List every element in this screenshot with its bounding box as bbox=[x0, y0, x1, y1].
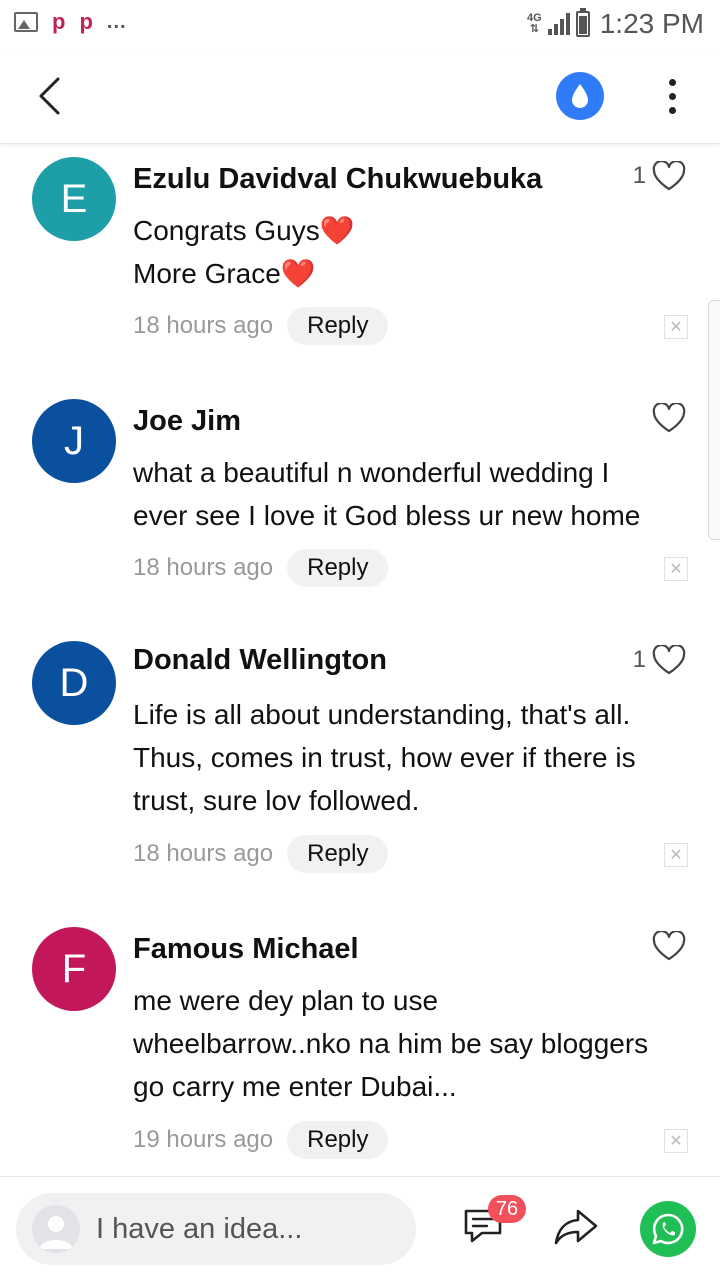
comment-line: More Grace❤️ bbox=[133, 258, 316, 289]
image-notification-icon bbox=[14, 12, 38, 32]
comment-time: 19 hours ago bbox=[133, 1126, 274, 1153]
comment-text: me were dey plan to use wheelbarrow..nko… bbox=[133, 979, 693, 1108]
top-app-bar bbox=[0, 50, 720, 144]
whatsapp-icon bbox=[652, 1213, 684, 1245]
commenter-name[interactable]: Donald Wellington bbox=[133, 644, 387, 677]
chevron-left-icon bbox=[39, 77, 60, 115]
dot bbox=[668, 92, 676, 100]
commenter-name[interactable]: Famous Michael bbox=[133, 933, 359, 966]
like-button[interactable] bbox=[646, 403, 686, 433]
dot bbox=[668, 78, 676, 86]
commenter-name[interactable]: Joe Jim bbox=[133, 405, 241, 438]
p-app-notification-icon: p bbox=[52, 9, 66, 34]
dismiss-icon[interactable]: ✕ bbox=[664, 557, 688, 581]
water-drop-icon bbox=[572, 84, 588, 108]
comment-text: Congrats Guys❤️ More Grace❤️ bbox=[133, 209, 693, 295]
comment-time: 18 hours ago bbox=[133, 840, 274, 867]
comment-line: ever see I love it God bless ur new home bbox=[133, 500, 641, 531]
heart-icon bbox=[652, 645, 686, 675]
like-button[interactable]: 1 bbox=[633, 161, 686, 191]
notification-icons: p p ... bbox=[14, 9, 127, 34]
comment-line: Thus, comes in trust, how ever if there … bbox=[133, 742, 636, 773]
share-arrow-icon bbox=[554, 1209, 598, 1245]
reply-button[interactable]: Reply bbox=[287, 549, 389, 587]
comment-time: 18 hours ago bbox=[133, 312, 274, 339]
comment-line: what a beautiful n wonderful wedding I bbox=[133, 457, 610, 488]
more-notifications-indicator: ... bbox=[106, 11, 127, 33]
water-drop-button[interactable] bbox=[556, 72, 604, 120]
clock-time: 1:23 PM bbox=[599, 8, 704, 39]
comment-line: me were dey plan to use bbox=[133, 985, 439, 1016]
comment-input[interactable]: I have an idea... bbox=[16, 1193, 416, 1265]
comment-meta: 18 hours ago Reply bbox=[133, 549, 389, 587]
avatar[interactable]: D bbox=[32, 641, 116, 725]
scrollbar[interactable] bbox=[708, 300, 720, 540]
bottom-action-bar: I have an idea... 76 bbox=[0, 1176, 720, 1280]
system-status: 4G ⇅ 1:23 PM bbox=[527, 8, 704, 40]
comment-count-badge: 76 bbox=[488, 1195, 526, 1223]
network-type-indicator: 4G ⇅ bbox=[527, 13, 542, 35]
share-button[interactable] bbox=[552, 1203, 600, 1251]
avatar[interactable]: E bbox=[32, 157, 116, 241]
reply-button[interactable]: Reply bbox=[287, 835, 389, 873]
whatsapp-share-button[interactable] bbox=[640, 1201, 696, 1257]
more-options-button[interactable] bbox=[650, 72, 694, 120]
dismiss-icon[interactable]: ✕ bbox=[664, 843, 688, 867]
dismiss-icon[interactable]: ✕ bbox=[664, 1129, 688, 1153]
p-app-notification-icon: p bbox=[79, 9, 93, 34]
like-count: 1 bbox=[632, 162, 646, 189]
avatar[interactable]: F bbox=[32, 927, 116, 1011]
comment-line: Congrats Guys❤️ bbox=[133, 215, 355, 246]
comment-line: go carry me enter Dubai... bbox=[133, 1071, 457, 1102]
commenter-name[interactable]: Ezulu Davidval Chukwuebuka bbox=[133, 163, 542, 196]
like-button[interactable]: 1 bbox=[633, 645, 686, 675]
signal-strength-icon bbox=[547, 13, 570, 35]
dot bbox=[668, 106, 676, 114]
comment-text: Life is all about understanding, that's … bbox=[133, 693, 693, 822]
comment-time: 18 hours ago bbox=[133, 554, 274, 581]
like-count: 1 bbox=[632, 646, 646, 673]
data-arrows-icon: ⇅ bbox=[529, 23, 539, 35]
heart-icon bbox=[652, 403, 686, 433]
battery-icon bbox=[575, 8, 590, 37]
comment-line: wheelbarrow..nko na him be say bloggers bbox=[133, 1028, 649, 1059]
heart-icon bbox=[652, 161, 686, 191]
avatar[interactable]: J bbox=[32, 399, 116, 483]
back-button[interactable] bbox=[26, 72, 74, 120]
user-avatar-icon bbox=[32, 1205, 80, 1253]
comment-line: Life is all about understanding, that's … bbox=[133, 699, 631, 730]
dismiss-icon[interactable]: ✕ bbox=[664, 315, 688, 339]
comment-text: what a beautiful n wonderful wedding I e… bbox=[133, 451, 693, 537]
comment-meta: 18 hours ago Reply bbox=[133, 307, 389, 345]
comment-meta: 19 hours ago Reply bbox=[133, 1121, 389, 1159]
comment-line: trust, sure lov followed. bbox=[133, 785, 420, 816]
like-button[interactable] bbox=[646, 931, 686, 961]
status-bar: p p ... 4G ⇅ 1:23 PM bbox=[0, 0, 720, 50]
heart-icon bbox=[652, 931, 686, 961]
reply-button[interactable]: Reply bbox=[287, 1121, 389, 1159]
reply-button[interactable]: Reply bbox=[287, 307, 389, 345]
comment-input-placeholder: I have an idea... bbox=[96, 1213, 303, 1245]
comment-meta: 18 hours ago Reply bbox=[133, 835, 389, 873]
